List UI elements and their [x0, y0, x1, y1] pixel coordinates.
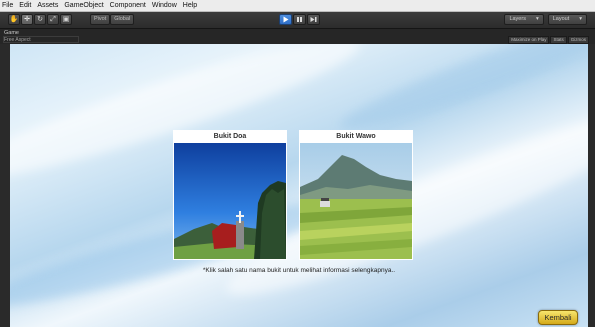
menu-file[interactable]: File	[0, 2, 17, 9]
game-panel-options: Maximize on Play Stats Gizmos	[508, 36, 589, 44]
bukit-doa-photo[interactable]	[174, 143, 286, 259]
instruction-text: *Klik salah satu nama bukit untuk meliha…	[202, 267, 396, 274]
pause-icon	[297, 17, 302, 22]
layout-label: Layout	[552, 16, 570, 22]
back-button[interactable]: Kembali	[538, 310, 578, 325]
maximize-on-play-toggle[interactable]: Maximize on Play	[508, 36, 550, 44]
menu-edit[interactable]: Edit	[17, 2, 35, 9]
menu-bar: File Edit Assets GameObject Component Wi…	[0, 0, 595, 12]
hill-card-bukit-wawo[interactable]: Bukit Wawo	[299, 130, 413, 260]
play-button[interactable]	[279, 14, 292, 25]
menu-component[interactable]: Component	[108, 2, 150, 9]
layout-dropdown[interactable]: Layout ▾	[547, 14, 587, 25]
pivot-button[interactable]: Pivot	[90, 14, 111, 25]
game-view: Bukit Doa Bukit Wawo *Klik salah satu na…	[10, 44, 588, 327]
pivot-toggles: Pivot Global	[90, 14, 135, 26]
move-tool-icon[interactable]: ✛	[21, 14, 33, 25]
step-button[interactable]	[307, 14, 320, 25]
chevron-down-icon: ▾	[535, 16, 539, 22]
layers-label: Layers	[509, 16, 526, 22]
menu-window[interactable]: Window	[150, 2, 181, 9]
rect-tool-icon[interactable]: ▣	[60, 14, 72, 25]
game-panel-header: Game Free Aspect Maximize on Play Stats …	[0, 29, 595, 44]
toolbar: ✋ ✛ ↻ ⤢ ▣ Pivot Global Layers ▾ Layout ▾	[0, 12, 595, 29]
transform-tools: ✋ ✛ ↻ ⤢ ▣	[8, 14, 73, 26]
card-title[interactable]: Bukit Doa	[173, 130, 287, 143]
step-icon	[310, 17, 317, 22]
pause-button[interactable]	[293, 14, 306, 25]
scale-tool-icon[interactable]: ⤢	[47, 14, 59, 25]
global-button[interactable]: Global	[110, 14, 135, 25]
rotate-tool-icon[interactable]: ↻	[34, 14, 46, 25]
menu-gameobject[interactable]: GameObject	[62, 2, 107, 9]
play-controls	[279, 14, 321, 26]
hill-card-bukit-doa[interactable]: Bukit Doa	[173, 130, 287, 260]
chevron-down-icon: ▾	[579, 16, 582, 22]
layers-dropdown[interactable]: Layers ▾	[504, 14, 544, 25]
bukit-wawo-photo[interactable]	[300, 143, 412, 259]
layout-dropdowns: Layers ▾ Layout ▾	[500, 14, 587, 26]
card-title[interactable]: Bukit Wawo	[299, 130, 413, 143]
stats-toggle[interactable]: Stats	[550, 36, 567, 44]
menu-help[interactable]: Help	[181, 2, 201, 9]
menu-assets[interactable]: Assets	[35, 2, 62, 9]
aspect-label: Free Aspect	[4, 37, 31, 43]
hand-tool-icon[interactable]: ✋	[8, 14, 20, 25]
background-streak	[333, 44, 588, 143]
gizmos-toggle[interactable]: Gizmos	[567, 36, 589, 44]
play-icon	[283, 16, 289, 23]
